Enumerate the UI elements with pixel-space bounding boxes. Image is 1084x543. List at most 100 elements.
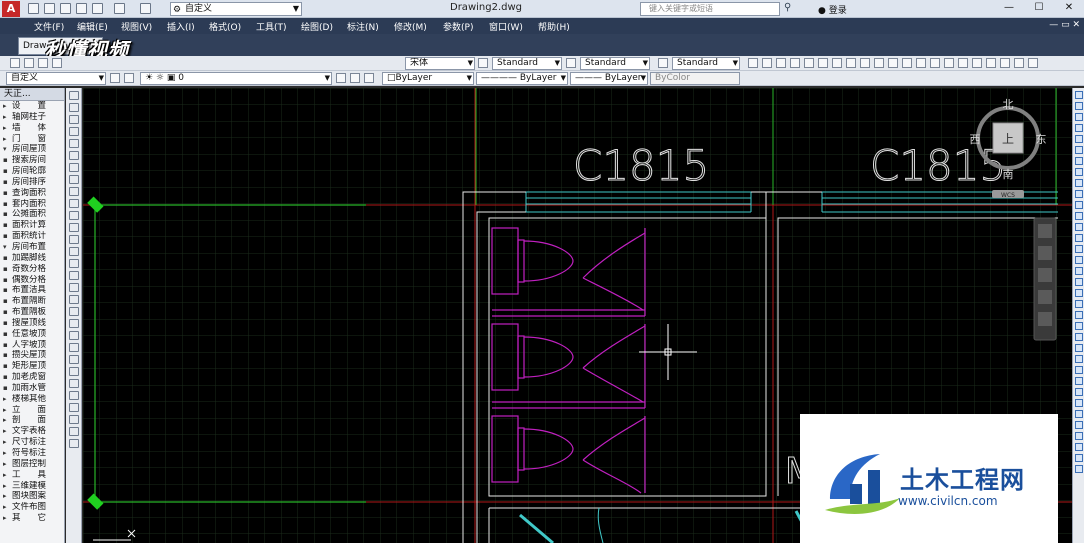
osnap-parallel-icon[interactable] — [1074, 410, 1083, 418]
mirror-icon[interactable] — [1074, 113, 1083, 121]
tianzheng-item[interactable]: ▪ 房间排序 — [0, 177, 64, 188]
dim-diameter-icon[interactable] — [832, 58, 842, 68]
dim-update-icon[interactable] — [1014, 58, 1024, 68]
viewcube-south[interactable]: 南 — [1003, 168, 1014, 181]
osnap-apparent-icon[interactable] — [1074, 344, 1083, 352]
dim-linear-icon[interactable] — [748, 58, 758, 68]
linetype-select[interactable]: ———— ByLayer ▼ — [476, 72, 568, 85]
break-at-point-icon[interactable] — [1074, 212, 1083, 220]
layer-state-icon[interactable] — [24, 58, 34, 68]
dim-angular-icon[interactable] — [846, 58, 856, 68]
open-file-icon[interactable] — [44, 3, 55, 14]
layer-walk-icon[interactable] — [364, 73, 374, 83]
tianzheng-item[interactable]: ▪ 布置洁具 — [0, 285, 64, 296]
layer-prev-icon[interactable] — [38, 58, 48, 68]
tianzheng-item[interactable]: ▸ 图块图案 — [0, 491, 64, 502]
osnap-none-icon[interactable] — [1074, 454, 1083, 462]
arc-icon[interactable] — [68, 151, 79, 160]
tianzheng-item[interactable]: ▪ 房间轮廓 — [0, 166, 64, 177]
osnap-mid-icon[interactable] — [1074, 322, 1083, 330]
layer-properties-icon[interactable] — [124, 73, 134, 83]
menu-help[interactable]: 帮助(H) — [538, 20, 570, 33]
tianzheng-item[interactable]: ▾ 房间屋顶 — [0, 144, 64, 155]
dim-space-icon[interactable] — [902, 58, 912, 68]
menu-insert[interactable]: 插入(I) — [167, 20, 195, 33]
tianzheng-item[interactable]: ▪ 加踢脚线 — [0, 253, 64, 264]
minimize-icon[interactable]: — — [994, 0, 1024, 16]
tianzheng-item[interactable]: ▸ 其 它 — [0, 513, 64, 524]
tianzheng-item[interactable]: ▸ 工 具 — [0, 470, 64, 481]
tolerance-icon[interactable] — [930, 58, 940, 68]
make-block-icon[interactable] — [68, 235, 79, 244]
tianzheng-item[interactable]: ▸ 立 面 — [0, 405, 64, 416]
osnap-center-icon[interactable] — [1074, 366, 1083, 374]
close-icon[interactable]: ✕ — [1054, 0, 1084, 16]
tianzheng-item[interactable]: ▪ 攒尖屋顶 — [0, 350, 64, 361]
tianzheng-item[interactable]: ▸ 设 置 — [0, 101, 64, 112]
tianzheng-item[interactable]: ▪ 布置隔板 — [0, 307, 64, 318]
dim-arc-icon[interactable] — [776, 58, 786, 68]
osnap-quad-icon[interactable] — [1074, 377, 1083, 385]
point-icon[interactable] — [68, 247, 79, 256]
new-file-icon[interactable] — [28, 3, 39, 14]
dim-continue-icon[interactable] — [888, 58, 898, 68]
rotate-icon[interactable] — [1074, 157, 1083, 165]
dim-break-icon[interactable] — [916, 58, 926, 68]
mtext-icon[interactable] — [68, 307, 79, 316]
rectangle-icon[interactable] — [68, 139, 79, 148]
region-icon[interactable] — [68, 283, 79, 292]
osnap-tan-icon[interactable] — [1074, 388, 1083, 396]
tianzheng-item[interactable]: ▸ 轴网柱子 — [0, 112, 64, 123]
text-style-select[interactable]: Standard ▼ — [492, 57, 562, 70]
osnap-temp-icon[interactable] — [1074, 289, 1083, 297]
add-selected-icon[interactable] — [68, 319, 79, 328]
blend-icon[interactable] — [1074, 267, 1083, 275]
layer-previous-icon[interactable] — [350, 73, 360, 83]
tianzheng-item[interactable]: ▸ 门 窗 — [0, 134, 64, 145]
align-icon[interactable] — [68, 403, 79, 412]
orbit-icon[interactable] — [1038, 290, 1052, 304]
osnap-int-icon[interactable] — [1074, 333, 1083, 341]
menu-draw[interactable]: 绘图(D) — [301, 20, 333, 33]
trim-icon[interactable] — [1074, 190, 1083, 198]
login-button[interactable]: ● 登录 — [818, 3, 847, 16]
layer-icon[interactable] — [68, 439, 79, 448]
dim-radius-icon[interactable] — [804, 58, 814, 68]
inspection-icon[interactable] — [958, 58, 968, 68]
color-select[interactable]: □ByLayer ▼ — [382, 72, 474, 85]
binoculars-icon[interactable]: ⚲ — [784, 2, 791, 13]
table-style-icon[interactable] — [658, 58, 668, 68]
copy-icon[interactable] — [1074, 102, 1083, 110]
tianzheng-panel-title[interactable]: 天正... — [0, 88, 64, 101]
make-current-icon[interactable] — [336, 73, 346, 83]
match-layer-icon[interactable] — [52, 58, 62, 68]
fillet-icon[interactable] — [1074, 256, 1083, 264]
polyline-icon[interactable] — [68, 115, 79, 124]
undo-icon[interactable] — [114, 3, 125, 14]
chamfer-icon[interactable] — [1074, 245, 1083, 253]
osnap-ext-icon[interactable] — [1074, 355, 1083, 363]
text-font-select[interactable]: 宋体 ▼ — [405, 57, 475, 70]
lineweight-select[interactable]: ——— ByLayer ▼ — [570, 72, 648, 85]
find-icon[interactable] — [68, 367, 79, 376]
dim-aligned-icon[interactable] — [762, 58, 772, 68]
tianzheng-item[interactable]: ▸ 墙 体 — [0, 123, 64, 134]
tianzheng-item[interactable]: ▪ 奇数分格 — [0, 264, 64, 275]
spline-icon[interactable] — [68, 187, 79, 196]
properties-icon[interactable] — [68, 427, 79, 436]
tianzheng-item[interactable]: ▪ 面积计算 — [0, 220, 64, 231]
dim-edit-icon[interactable] — [986, 58, 996, 68]
tianzheng-item[interactable]: ▪ 搜屋顶线 — [0, 318, 64, 329]
osnap-near-icon[interactable] — [1074, 443, 1083, 451]
menu-window[interactable]: 窗口(W) — [489, 20, 523, 33]
autocad-logo-icon[interactable]: A — [2, 1, 20, 17]
stretch-icon[interactable] — [1074, 179, 1083, 187]
tianzheng-item[interactable]: ▪ 布置隔断 — [0, 296, 64, 307]
layer-properties-icon[interactable] — [10, 58, 20, 68]
move-icon[interactable] — [1074, 146, 1083, 154]
redo-icon[interactable] — [140, 3, 151, 14]
join-icon[interactable] — [1074, 234, 1083, 242]
tianzheng-item[interactable]: ▪ 加雨水管 — [0, 383, 64, 394]
menu-tools[interactable]: 工具(T) — [256, 20, 287, 33]
viewcube-east[interactable]: 东 — [1036, 133, 1047, 146]
